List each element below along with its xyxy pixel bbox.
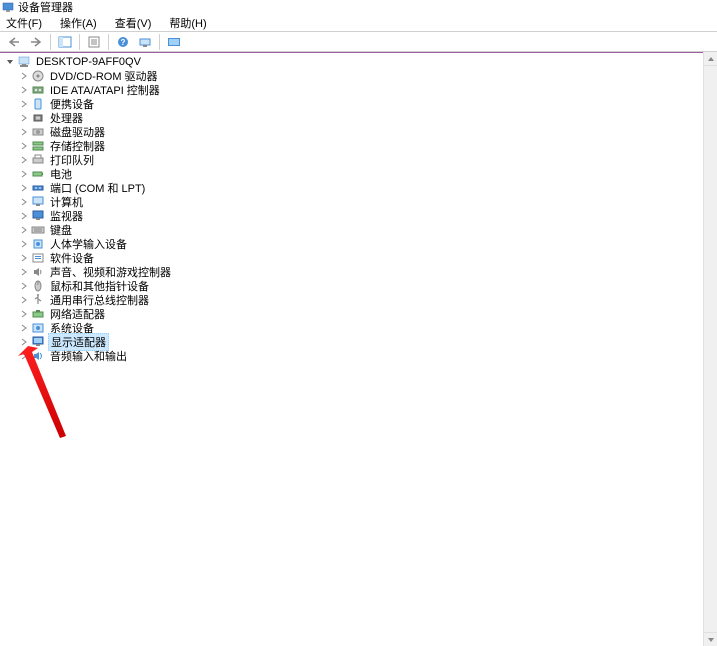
toolbar: ? (0, 32, 717, 52)
root-label[interactable]: DESKTOP-9AFF0QV (34, 56, 143, 68)
tree-item-label[interactable]: 音频输入和输出 (48, 348, 129, 364)
tree-root-node[interactable]: DESKTOP-9AFF0QV (0, 55, 717, 69)
ide-icon (30, 83, 46, 97)
toolbar-separator (50, 34, 51, 50)
expand-icon[interactable] (18, 209, 30, 223)
expand-icon[interactable] (18, 125, 30, 139)
scan-hardware-button[interactable] (135, 33, 155, 51)
collapse-icon[interactable] (4, 55, 16, 69)
tree-item[interactable]: 声音、视频和游戏控制器 (0, 265, 717, 279)
expand-icon[interactable] (18, 167, 30, 181)
tree-item[interactable]: 磁盘驱动器 (0, 125, 717, 139)
tree-item[interactable]: 鼠标和其他指针设备 (0, 279, 717, 293)
title-bar: 设备管理器 (0, 0, 717, 14)
tree-item[interactable]: 便携设备 (0, 97, 717, 111)
expand-icon[interactable] (18, 279, 30, 293)
hid-icon (30, 237, 46, 251)
tree-item[interactable]: 端口 (COM 和 LPT) (0, 181, 717, 195)
monitor-icon (30, 209, 46, 223)
expand-icon[interactable] (18, 181, 30, 195)
system-icon (30, 321, 46, 335)
menu-bar: 文件(F) 操作(A) 查看(V) 帮助(H) (0, 14, 717, 32)
expand-icon[interactable] (18, 335, 30, 349)
expand-icon[interactable] (18, 251, 30, 265)
expand-icon[interactable] (18, 321, 30, 335)
scroll-up-arrow-icon[interactable] (704, 52, 717, 66)
expand-icon[interactable] (18, 223, 30, 237)
tree-item[interactable]: IDE ATA/ATAPI 控制器 (0, 83, 717, 97)
audio-icon (30, 349, 46, 363)
expand-icon[interactable] (18, 307, 30, 321)
tree-item[interactable]: 通用串行总线控制器 (0, 293, 717, 307)
app-icon (2, 1, 14, 13)
expand-icon[interactable] (18, 195, 30, 209)
disk-icon (30, 125, 46, 139)
toolbar-separator (108, 34, 109, 50)
battery-icon (30, 167, 46, 181)
port-icon (30, 181, 46, 195)
tree-item[interactable]: 监视器 (0, 209, 717, 223)
computer-icon (16, 55, 32, 69)
portable-icon (30, 97, 46, 111)
toolbar-separator (79, 34, 80, 50)
forward-button[interactable] (26, 33, 46, 51)
mouse-icon (30, 279, 46, 293)
vertical-scrollbar[interactable] (703, 52, 717, 646)
back-button[interactable] (4, 33, 24, 51)
expand-icon[interactable] (18, 111, 30, 125)
svg-text:?: ? (121, 38, 126, 47)
tree-item[interactable]: 网络适配器 (0, 307, 717, 321)
expand-icon[interactable] (18, 349, 30, 363)
expand-icon[interactable] (18, 139, 30, 153)
tree-item[interactable]: 打印队列 (0, 153, 717, 167)
menu-view[interactable]: 查看(V) (113, 14, 154, 32)
menu-help[interactable]: 帮助(H) (167, 14, 208, 32)
display-icon (30, 335, 46, 349)
toolbar-separator (159, 34, 160, 50)
usb-icon (30, 293, 46, 307)
network-icon (30, 307, 46, 321)
menu-action[interactable]: 操作(A) (58, 14, 99, 32)
cpu-icon (30, 111, 46, 125)
tree-item[interactable]: 音频输入和输出 (0, 349, 717, 363)
view-devices-button[interactable] (164, 33, 184, 51)
expand-icon[interactable] (18, 153, 30, 167)
tree-item[interactable]: DVD/CD-ROM 驱动器 (0, 69, 717, 83)
expand-icon[interactable] (18, 265, 30, 279)
tree-item[interactable]: 软件设备 (0, 251, 717, 265)
expand-icon[interactable] (18, 293, 30, 307)
help-button[interactable]: ? (113, 33, 133, 51)
tree-item[interactable]: 存储控制器 (0, 139, 717, 153)
tree-item[interactable]: 处理器 (0, 111, 717, 125)
disc-icon (30, 69, 46, 83)
software-icon (30, 251, 46, 265)
tree-item[interactable]: 人体学输入设备 (0, 237, 717, 251)
computer-icon (30, 195, 46, 209)
keyboard-icon (30, 223, 46, 237)
tree-item[interactable]: 电池 (0, 167, 717, 181)
tree-item[interactable]: 键盘 (0, 223, 717, 237)
storage-icon (30, 139, 46, 153)
properties-button[interactable] (84, 33, 104, 51)
tree-item[interactable]: 计算机 (0, 195, 717, 209)
printer-icon (30, 153, 46, 167)
expand-icon[interactable] (18, 69, 30, 83)
device-tree[interactable]: DESKTOP-9AFF0QV DVD/CD-ROM 驱动器IDE ATA/AT… (0, 52, 717, 646)
expand-icon[interactable] (18, 237, 30, 251)
tree-item[interactable]: 显示适配器 (0, 335, 717, 349)
scroll-down-arrow-icon[interactable] (704, 632, 717, 646)
show-hide-tree-button[interactable] (55, 33, 75, 51)
menu-file[interactable]: 文件(F) (4, 14, 44, 32)
expand-icon[interactable] (18, 83, 30, 97)
sound-icon (30, 265, 46, 279)
expand-icon[interactable] (18, 97, 30, 111)
